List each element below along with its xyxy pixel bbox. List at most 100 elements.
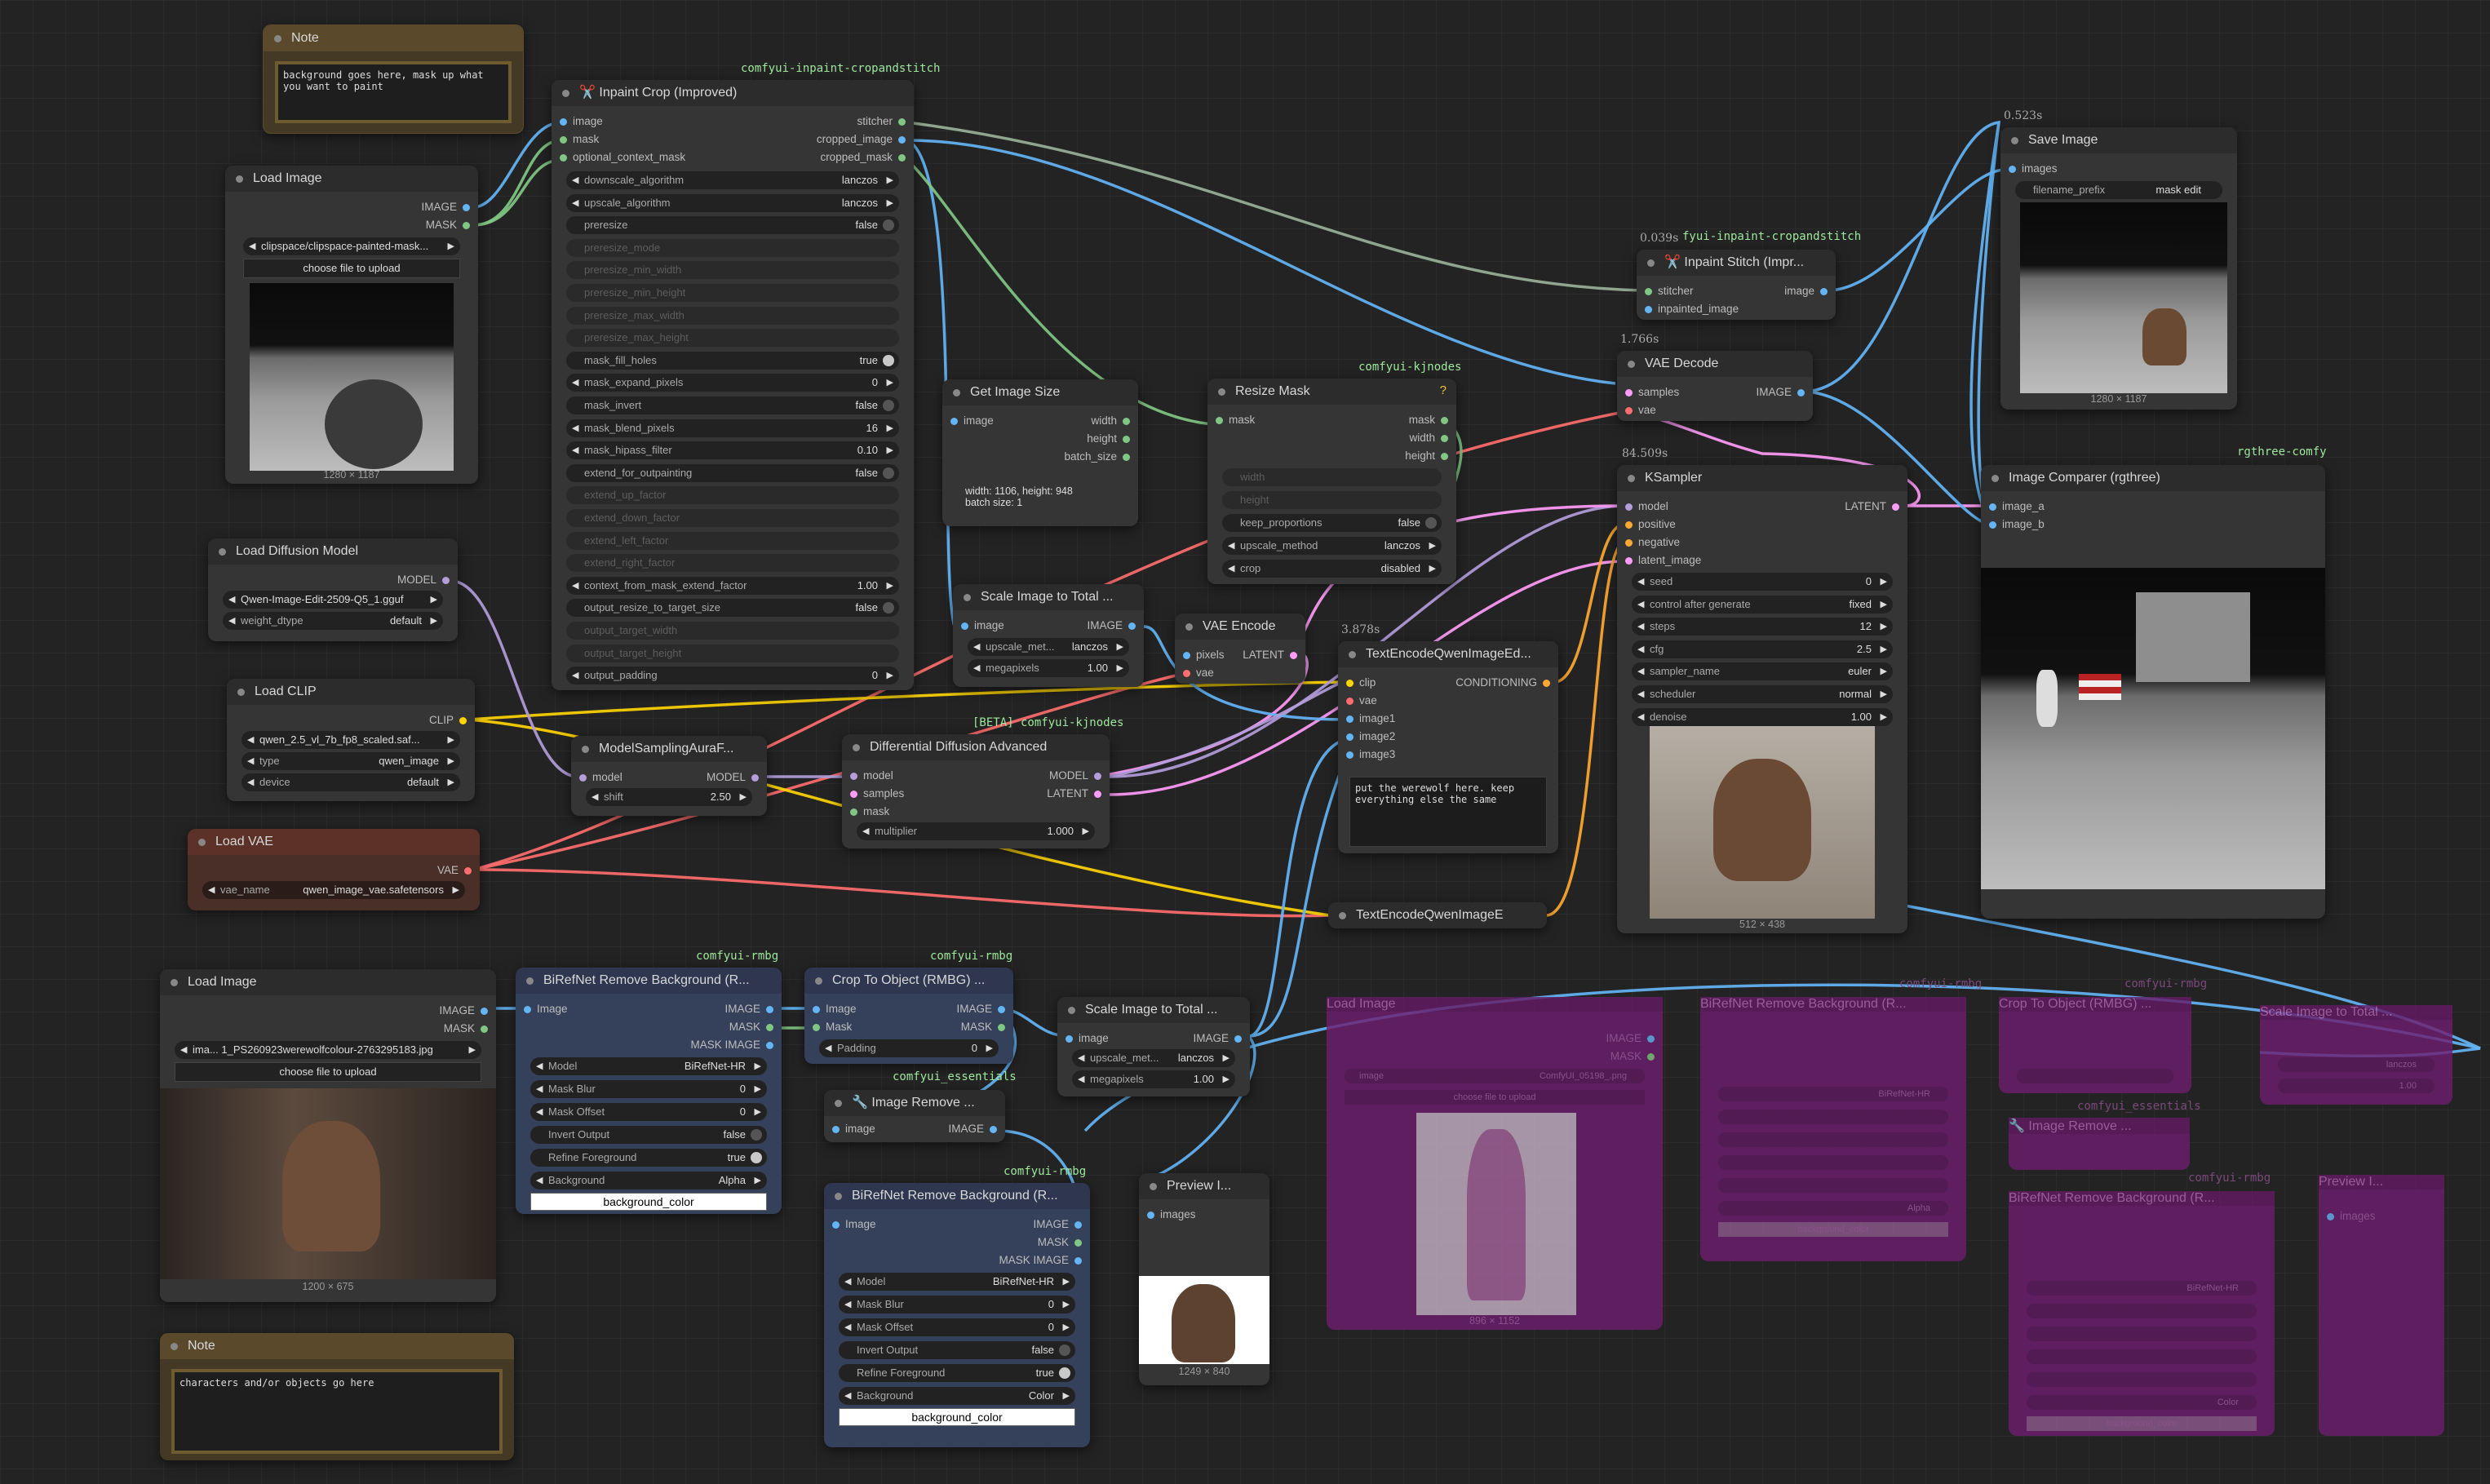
megapixels-widget[interactable]: 1.00 [2278,1079,2435,1093]
muted-birefnet-node[interactable]: BiRefNet Remove Background (R... BiRefNe… [2009,1191,2275,1436]
input-pixels-socket[interactable] [1183,652,1190,659]
input-image3-socket[interactable] [1346,751,1354,759]
input-image-socket[interactable] [560,118,567,126]
widget-preresize-max-height[interactable]: preresize_max_height [566,329,899,348]
widget-preresize-min-height[interactable]: preresize_min_height [566,284,899,302]
output-width-socket[interactable] [1123,418,1130,425]
output-stitcher-socket[interactable] [898,118,906,126]
input-mask-socket[interactable] [850,808,857,816]
widget-extend-for-outpainting[interactable]: extend_for_outpainting false [566,463,899,482]
widget-output-resize-to-target-size[interactable]: output_resize_to_target_size false [566,599,899,618]
output-image-socket[interactable] [1647,1035,1655,1043]
output-batch-size-socket[interactable] [1123,454,1130,461]
output-mask-image-socket[interactable] [766,1042,773,1049]
background-color-button[interactable]: background_color [530,1193,767,1211]
crop-combo[interactable]: ◀ crop disabled ▶ [1222,560,1442,578]
padding-widget[interactable]: ◀ Padding 0 ▶ [819,1039,999,1057]
width-widget[interactable]: width [1222,468,1442,486]
widget-mask-hipass-filter[interactable]: ◀ mask_hipass_filter 0.10 ▶ [566,441,899,460]
output-image-socket[interactable] [481,1008,488,1015]
multiplier-widget[interactable]: ◀ multiplier 1.000 ▶ [857,822,1095,840]
input-clip-socket[interactable] [1346,680,1354,687]
mask-blur-widget[interactable] [2027,1304,2257,1318]
widget-scheduler[interactable]: ◀ scheduler normal ▶ [1632,685,1893,703]
note-node[interactable]: Note characters and/or objects go here [160,1333,514,1460]
height-widget[interactable]: height [1222,491,1442,509]
output-mask-image-socket[interactable] [1074,1257,1082,1265]
mask-blur-widget[interactable] [1718,1110,1948,1124]
output-model-socket[interactable] [751,774,759,782]
muted-crop-to-object-node[interactable]: Crop To Object (RMBG) ... [1999,997,2191,1093]
inpaint-stitch-node[interactable]: ✂️ Inpaint Stitch (Impr... stitcher image… [1637,250,1836,320]
muted-scale-image-node[interactable]: Scale Image to Total ... lanczos 1.00 [2260,1005,2452,1105]
mask-blur-widget[interactable]: ◀ Mask Blur 0 ▶ [839,1296,1075,1313]
note-node[interactable]: Note background goes here, mask up what … [263,24,524,134]
input-image2-socket[interactable] [1346,733,1354,741]
output-image-socket[interactable] [1820,288,1828,295]
output-mask-socket[interactable] [998,1024,1005,1031]
shift-widget[interactable]: ◀ shift 2.50 ▶ [586,788,752,806]
input-model-socket[interactable] [850,773,857,780]
widget-preresize-min-width[interactable]: preresize_min_width [566,261,899,280]
widget-context-from-mask-extend-factor[interactable]: ◀ context_from_mask_extend_factor 1.00 ▶ [566,576,899,595]
help-icon[interactable]: ? [1440,383,1447,397]
scale-image-node[interactable]: Scale Image to Total ... image IMAGE ◀ ups… [1057,997,1250,1096]
input-image-socket[interactable] [832,1126,840,1133]
input-inpainted-image-socket[interactable] [1645,306,1652,313]
refine-foreground-toggle[interactable] [2027,1372,2257,1387]
input-context-mask-socket[interactable] [560,154,567,162]
crop-to-object-node[interactable]: Crop To Object (RMBG) ... Image IMAGE Mas… [804,968,1013,1064]
load-clip-node[interactable]: Load CLIP CLIP ◀ qwen_2.5_vl_7b_fp8_scale… [227,679,475,801]
model-combo[interactable]: BiRefNet-HR [1718,1087,1948,1101]
muted-image-remove-node[interactable]: 🔧 Image Remove ... [2009,1118,2190,1170]
load-image-node[interactable]: Load Image IMAGE MASK ◀ ima... 1_PS260923… [160,969,496,1302]
output-height-socket[interactable] [1123,436,1130,443]
model-combo[interactable]: ◀ Model BiRefNet-HR ▶ [530,1057,767,1075]
input-vae-socket[interactable] [1346,698,1354,705]
background-combo[interactable]: Alpha [1718,1201,1948,1216]
image-file-combo[interactable]: image ComfyUI_05198_.png [1345,1069,1645,1083]
muted-preview-image-node[interactable]: Preview I... images [2319,1175,2444,1436]
save-image-node[interactable]: Save Image images filename_prefix mask ed… [2000,127,2237,410]
output-latent-socket[interactable] [1094,791,1101,798]
widget-output-padding[interactable]: ◀ output_padding 0 ▶ [566,667,899,685]
widget-mask-expand-pixels[interactable]: ◀ mask_expand_pixels 0 ▶ [566,374,899,392]
device-combo[interactable]: ◀ device default ▶ [241,773,460,791]
input-samples-socket[interactable] [850,791,857,798]
background-color-button[interactable]: background_color [2027,1416,2257,1431]
widget-steps[interactable]: ◀ steps 12 ▶ [1632,618,1893,636]
output-mask-socket[interactable] [766,1024,773,1031]
background-combo[interactable]: ◀ Background Alpha ▶ [530,1172,767,1189]
invert-output-toggle[interactable]: Invert Output false [839,1341,1075,1359]
output-image-socket[interactable] [1128,622,1136,630]
model-sampling-node[interactable]: ModelSamplingAuraF... model MODEL ◀ shift 2… [571,736,767,816]
input-image-a-socket[interactable] [1989,503,1996,511]
output-model-socket[interactable] [442,577,450,584]
birefnet-remove-background-node[interactable]: BiRefNet Remove Background (R... Image IM… [516,968,782,1214]
output-width-socket[interactable] [1441,435,1448,442]
resize-mask-node[interactable]: Resize Mask ? mask mask width height widt… [1207,379,1456,584]
widget-control-after-generate[interactable]: ◀ control after generate fixed ▶ [1632,595,1893,614]
widget-mask-blend-pixels[interactable]: ◀ mask_blend_pixels 16 ▶ [566,419,899,437]
clip-name-combo[interactable]: ◀ qwen_2.5_vl_7b_fp8_scaled.saf... ▶ [241,731,460,749]
image-comparer-node[interactable]: Image Comparer (rgthree) image_a image_b [1981,465,2325,919]
image-remove-background-node[interactable]: 🔧 Image Remove ... image IMAGE [824,1090,1005,1142]
output-latent-socket[interactable] [1290,652,1297,659]
widget-downscale-algorithm[interactable]: ◀ downscale_algorithm lanczos ▶ [566,171,899,189]
model-combo[interactable]: BiRefNet-HR [2027,1281,2257,1296]
muted-load-image-node[interactable]: Load Image IMAGE MASK image ComfyUI_05198… [1327,997,1663,1330]
widget-extend-right-factor[interactable]: extend_right_factor [566,554,899,573]
widget-preresize-max-width[interactable]: preresize_max_width [566,306,899,325]
invert-output-toggle[interactable] [2027,1349,2257,1364]
output-image-socket[interactable] [998,1006,1005,1013]
input-image-socket[interactable] [832,1221,840,1229]
megapixels-widget[interactable]: ◀ megapixels 1.00 ▶ [1072,1070,1235,1088]
inpaint-crop-node[interactable]: ✂️ Inpaint Crop (Improved) image stitcher… [552,80,914,690]
invert-output-toggle[interactable]: Invert Output false [530,1126,767,1144]
vae-decode-node[interactable]: VAE Decode samples IMAGE vae [1617,351,1813,421]
output-height-socket[interactable] [1441,453,1448,460]
input-image-socket[interactable] [813,1006,820,1013]
widget-extend-up-factor[interactable]: extend_up_factor [566,486,899,505]
weight-dtype-combo[interactable]: ◀ weight_dtype default ▶ [223,612,443,630]
refine-foreground-toggle[interactable]: Refine Foreground true [839,1364,1075,1382]
